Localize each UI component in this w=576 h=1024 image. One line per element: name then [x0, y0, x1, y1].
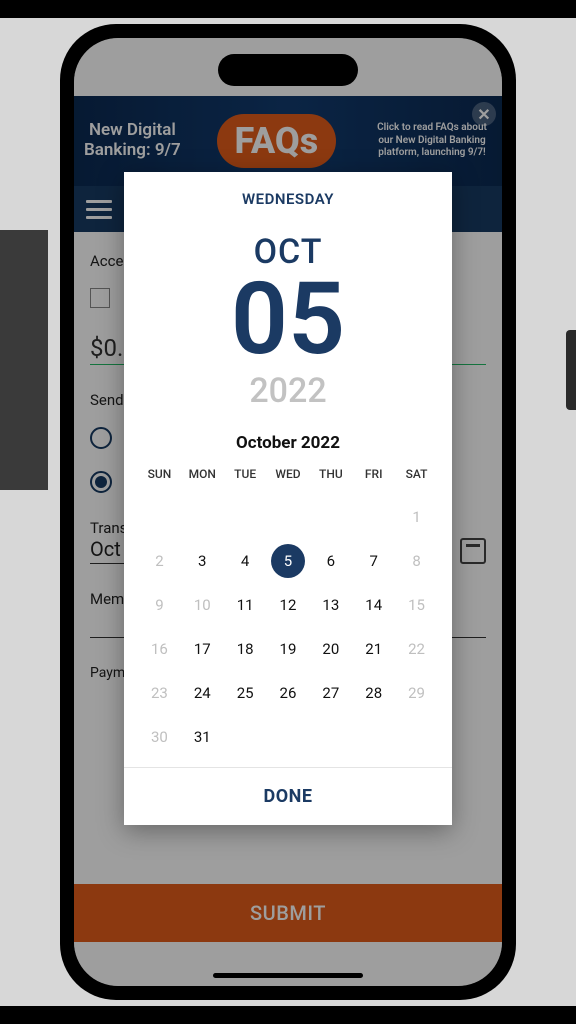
done-button[interactable]: DONE	[264, 786, 313, 807]
dow-header: TUE	[224, 461, 267, 487]
calendar-day	[181, 495, 224, 539]
calendar-day[interactable]: 16	[138, 627, 181, 671]
calendar-day	[224, 495, 267, 539]
calendar-day[interactable]: 19	[267, 627, 310, 671]
calendar-day	[309, 715, 352, 759]
phone-button-shadow	[566, 330, 576, 410]
calendar-day[interactable]: 6	[309, 539, 352, 583]
letterbox-bottom	[0, 1006, 576, 1024]
calendar-day	[309, 495, 352, 539]
calendar-dow-row: SUNMONTUEWEDTHUFRISAT	[138, 461, 438, 487]
calendar-day[interactable]: 11	[224, 583, 267, 627]
page-side-shadow	[0, 230, 48, 490]
calendar-day	[138, 495, 181, 539]
calendar-day[interactable]: 26	[267, 671, 310, 715]
dow-header: WED	[267, 461, 310, 487]
calendar-day[interactable]: 24	[181, 671, 224, 715]
calendar-day	[352, 495, 395, 539]
phone-notch	[218, 54, 358, 86]
calendar-day[interactable]: 9	[138, 583, 181, 627]
calendar-day[interactable]: 13	[309, 583, 352, 627]
calendar-day[interactable]: 18	[224, 627, 267, 671]
calendar-day	[224, 715, 267, 759]
date-picker-modal: WEDNESDAY OCT 05 2022 October 2022 SUNMO…	[124, 172, 452, 825]
dow-header: THU	[309, 461, 352, 487]
dow-header: SUN	[138, 461, 181, 487]
calendar-day[interactable]: 3	[181, 539, 224, 583]
calendar-day[interactable]: 27	[309, 671, 352, 715]
selected-day[interactable]: 05	[231, 272, 345, 367]
calendar-day[interactable]: 10	[181, 583, 224, 627]
letterbox-top	[0, 0, 576, 18]
selected-weekday: WEDNESDAY	[242, 190, 334, 208]
calendar-day[interactable]: 28	[352, 671, 395, 715]
done-row: DONE	[124, 767, 452, 825]
calendar-day[interactable]: 30	[138, 715, 181, 759]
calendar-day[interactable]: 1	[395, 495, 438, 539]
calendar-day[interactable]: 23	[138, 671, 181, 715]
calendar-day[interactable]: 8	[395, 539, 438, 583]
dow-header: MON	[181, 461, 224, 487]
calendar-day[interactable]: 7	[352, 539, 395, 583]
calendar-grid: 1234567891011121314151617181920212223242…	[138, 495, 438, 759]
calendar-day[interactable]: 22	[395, 627, 438, 671]
calendar-day[interactable]: 17	[181, 627, 224, 671]
calendar-day[interactable]: 12	[267, 583, 310, 627]
phone-screen: New Digital Banking: 9/7 FAQs Click to r…	[74, 38, 502, 986]
calendar-day[interactable]: 4	[224, 539, 267, 583]
home-indicator[interactable]	[213, 973, 363, 978]
calendar-day	[352, 715, 395, 759]
calendar-day[interactable]: 2	[138, 539, 181, 583]
calendar-day[interactable]: 29	[395, 671, 438, 715]
calendar-month-title: October 2022	[236, 433, 340, 453]
calendar-day	[267, 715, 310, 759]
calendar-day[interactable]: 21	[352, 627, 395, 671]
dow-header: SAT	[395, 461, 438, 487]
phone-frame: New Digital Banking: 9/7 FAQs Click to r…	[60, 24, 516, 1000]
calendar-day[interactable]: 14	[352, 583, 395, 627]
calendar-day[interactable]: 5	[267, 539, 310, 583]
calendar-day[interactable]: 20	[309, 627, 352, 671]
calendar-day	[395, 715, 438, 759]
dow-header: FRI	[352, 461, 395, 487]
selected-year[interactable]: 2022	[249, 371, 326, 411]
calendar-day	[267, 495, 310, 539]
calendar-day[interactable]: 31	[181, 715, 224, 759]
calendar-day[interactable]: 25	[224, 671, 267, 715]
calendar-day[interactable]: 15	[395, 583, 438, 627]
